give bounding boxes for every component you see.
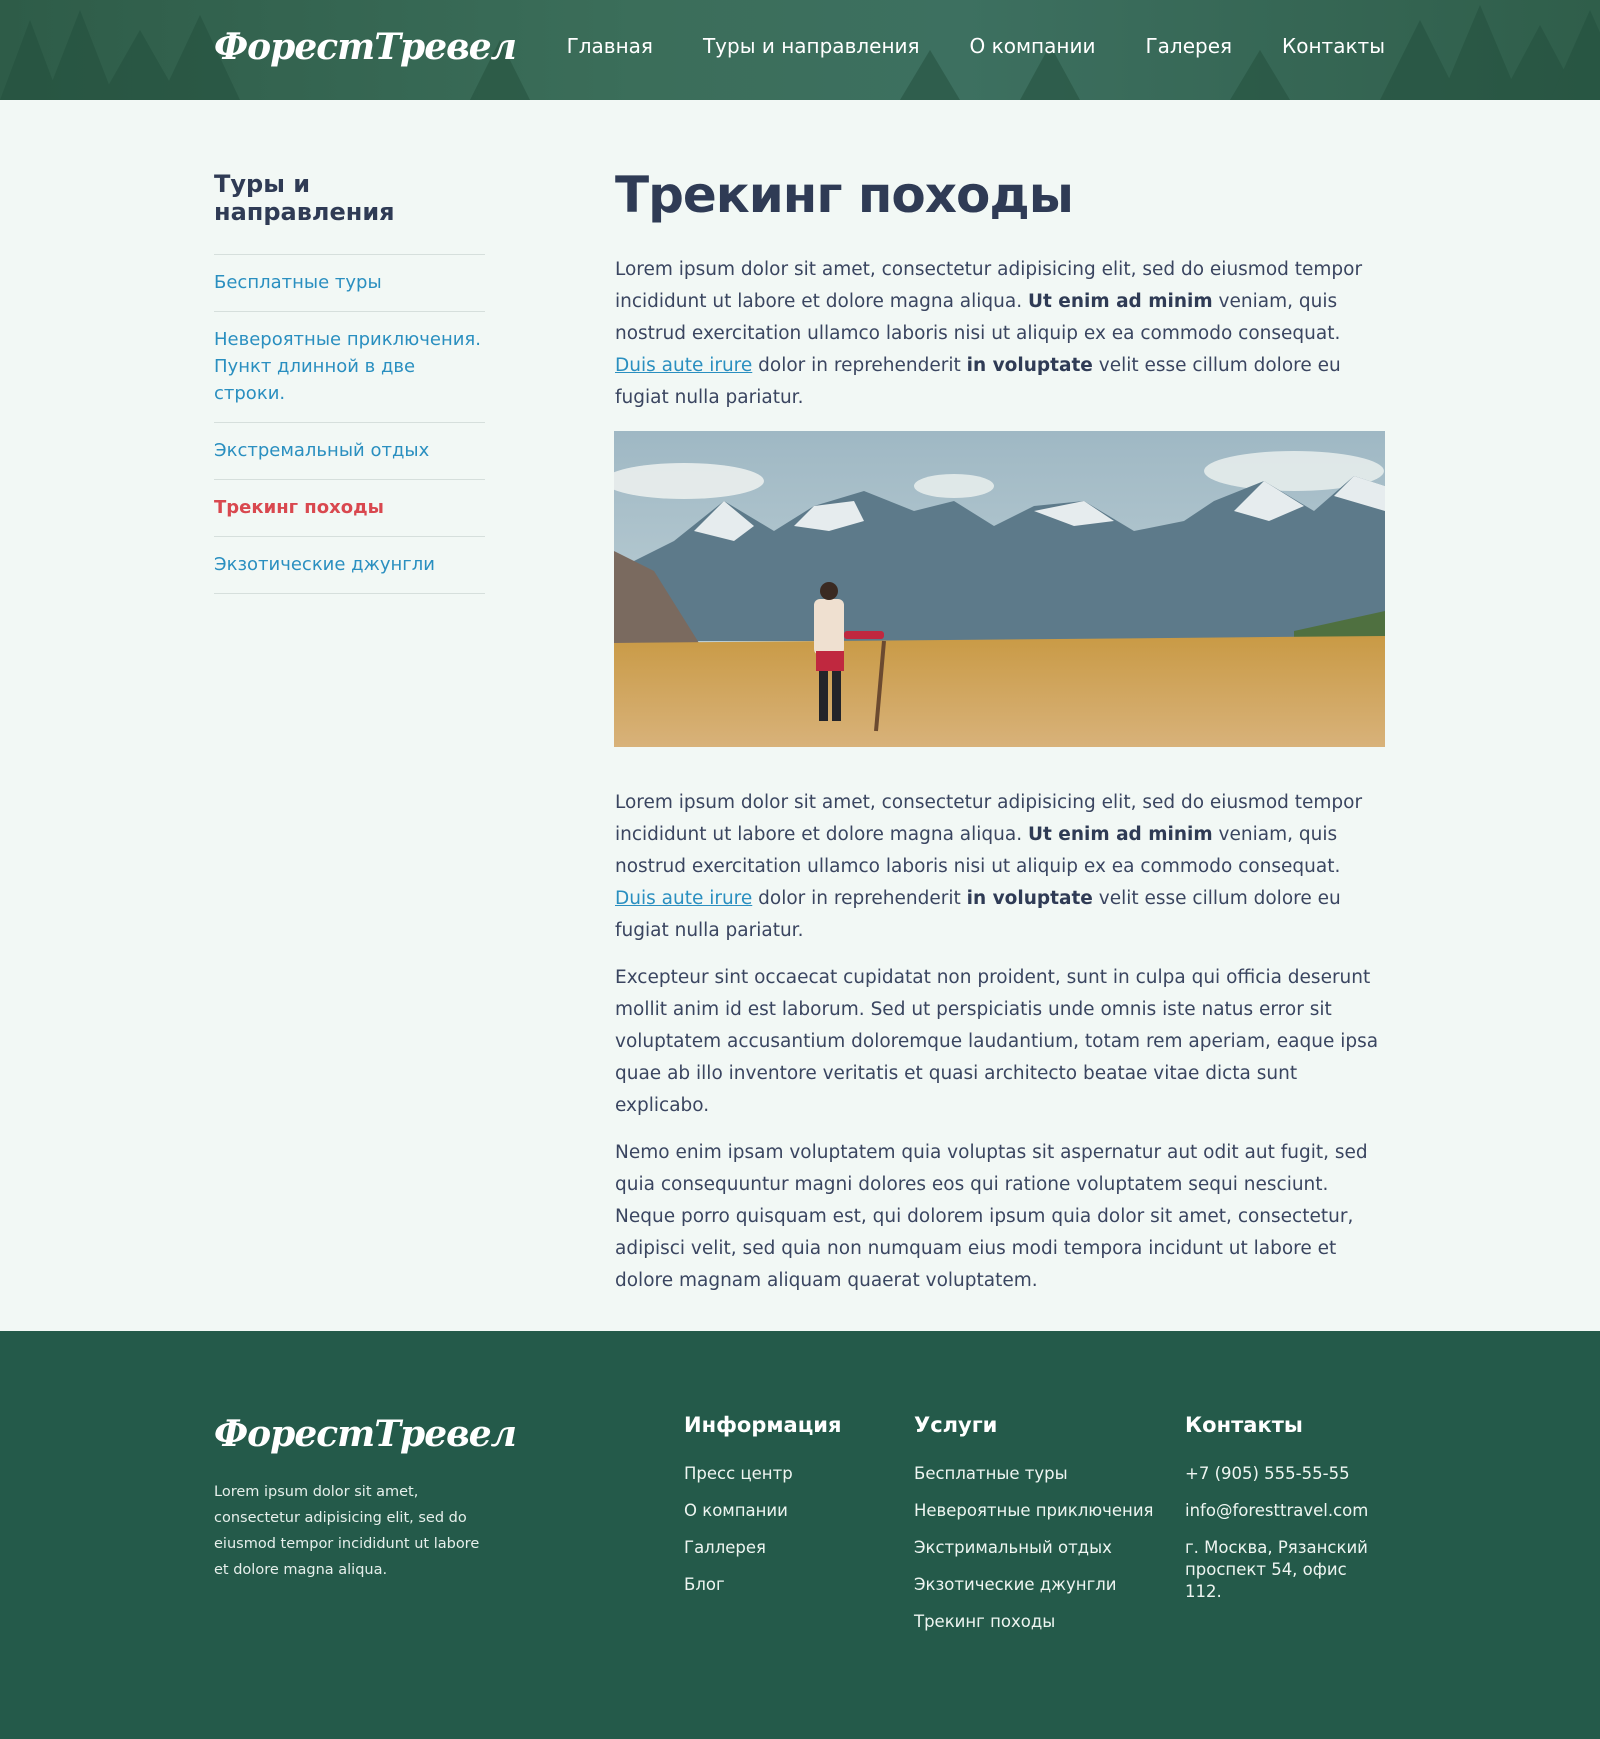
sidebar-item-jungle: Экзотические джунгли — [214, 537, 485, 594]
footer-link-extreme[interactable]: Экстримальный отдых — [914, 1538, 1112, 1557]
paragraph-1: Lorem ipsum dolor sit amet, consectetur … — [615, 254, 1386, 414]
sidebar-link[interactable]: Экстремальный отдых — [214, 437, 485, 464]
footer-link-gallery[interactable]: Галлерея — [684, 1538, 766, 1557]
footer-contacts-column: Контакты +7 (905) 555-55-55 info@forestt… — [1185, 1413, 1385, 1618]
site-logo[interactable]: ФорестТревел — [214, 26, 517, 68]
footer-about-text: Lorem ipsum dolor sit amet, consecte­tur… — [214, 1484, 480, 1578]
main-content: Трекинг походы Lorem ipsum dolor sit ame… — [614, 166, 1386, 1312]
footer-link-press[interactable]: Пресс центр — [684, 1464, 793, 1483]
sidebar-link[interactable]: Невероятные приключения. Пункт длинной в… — [214, 326, 485, 407]
footer-services-title: Услуги — [914, 1413, 998, 1437]
site-footer: ФорестТревел Lorem ipsum dolor sit amet,… — [0, 1331, 1600, 1739]
footer-link-free-tours[interactable]: Бесплатные туры — [914, 1464, 1068, 1483]
sidebar-item-adventures: Невероятные приключения. Пункт длинной в… — [214, 312, 485, 423]
inline-link[interactable]: Duis aute irure — [615, 888, 752, 909]
nav-contacts[interactable]: Контакты — [1282, 34, 1385, 58]
page-title: Трекинг походы — [615, 166, 1074, 224]
nav-gallery[interactable]: Галерея — [1145, 34, 1232, 58]
sidebar-link[interactable]: Экзотические джунгли — [214, 551, 485, 578]
main-nav: Главная Туры и направления О компании Га… — [567, 34, 1385, 58]
text: dolor in rep­rehenderit — [752, 355, 967, 376]
nav-about[interactable]: О компании — [970, 34, 1096, 58]
sidebar-item-trekking: Трекинг походы — [214, 480, 485, 537]
footer-link-blog[interactable]: Блог — [684, 1575, 725, 1594]
nav-home[interactable]: Главная — [567, 34, 653, 58]
bold-text: Ut enim ad minim — [1027, 824, 1213, 845]
paragraph-4: Nemo enim ipsam voluptatem quia voluptas… — [615, 1142, 1368, 1291]
sidebar-item-free-tours: Бесплатные туры — [214, 255, 485, 312]
sidebar-menu: Бесплатные туры Невероятные приключения.… — [214, 254, 485, 594]
sidebar-item-extreme: Экстремальный отдых — [214, 423, 485, 480]
footer-email[interactable]: info@foresttravel.com — [1185, 1501, 1368, 1520]
footer-phone[interactable]: +7 (905) 555-55-55 — [1185, 1464, 1350, 1483]
footer-link-jungle[interactable]: Экзотические джунгли — [914, 1575, 1117, 1594]
site-header: ФорестТревел Главная Туры и направления … — [0, 0, 1600, 100]
sidebar-title: Туры и направления — [214, 170, 395, 226]
footer-services-column: Услуги Бесплатные туры Невероятные прикл… — [914, 1413, 1153, 1648]
footer-logo[interactable]: ФорестТревел — [214, 1413, 517, 1455]
inline-link[interactable]: Duis aute irure — [615, 355, 752, 376]
nav-tours[interactable]: Туры и направления — [703, 34, 920, 58]
footer-info-title: Информация — [684, 1413, 842, 1437]
bold-text: Ut enim ad minim — [1027, 291, 1213, 312]
sidebar-link-active[interactable]: Трекинг походы — [214, 494, 485, 521]
hiker-in-mountains-photo — [614, 431, 1385, 747]
footer-contacts-title: Контакты — [1185, 1413, 1303, 1437]
bold-text: in voluptate — [966, 355, 1093, 376]
paragraph-2: Lorem ipsum dolor sit amet, consectetur … — [615, 787, 1386, 947]
footer-link-about[interactable]: О компании — [684, 1501, 788, 1520]
footer-info-column: Информация Пресс центр О компании Галлер… — [684, 1413, 841, 1611]
footer-address: г. Москва, Рязанский проспект 54, офис 1… — [1185, 1538, 1368, 1601]
footer-link-trekking[interactable]: Трекинг походы — [914, 1612, 1055, 1631]
sidebar-link[interactable]: Бесплатные туры — [214, 269, 485, 296]
bold-text: in voluptate — [966, 888, 1093, 909]
sidebar: Туры и направления Бесплатные туры Невер… — [214, 170, 485, 594]
footer-link-adventures[interactable]: Невероятные приключения — [914, 1501, 1153, 1520]
paragraph-3: Excepteur sint occaecat cupidatat non pr… — [615, 967, 1379, 1116]
text: dolor in rep­rehenderit — [752, 888, 967, 909]
